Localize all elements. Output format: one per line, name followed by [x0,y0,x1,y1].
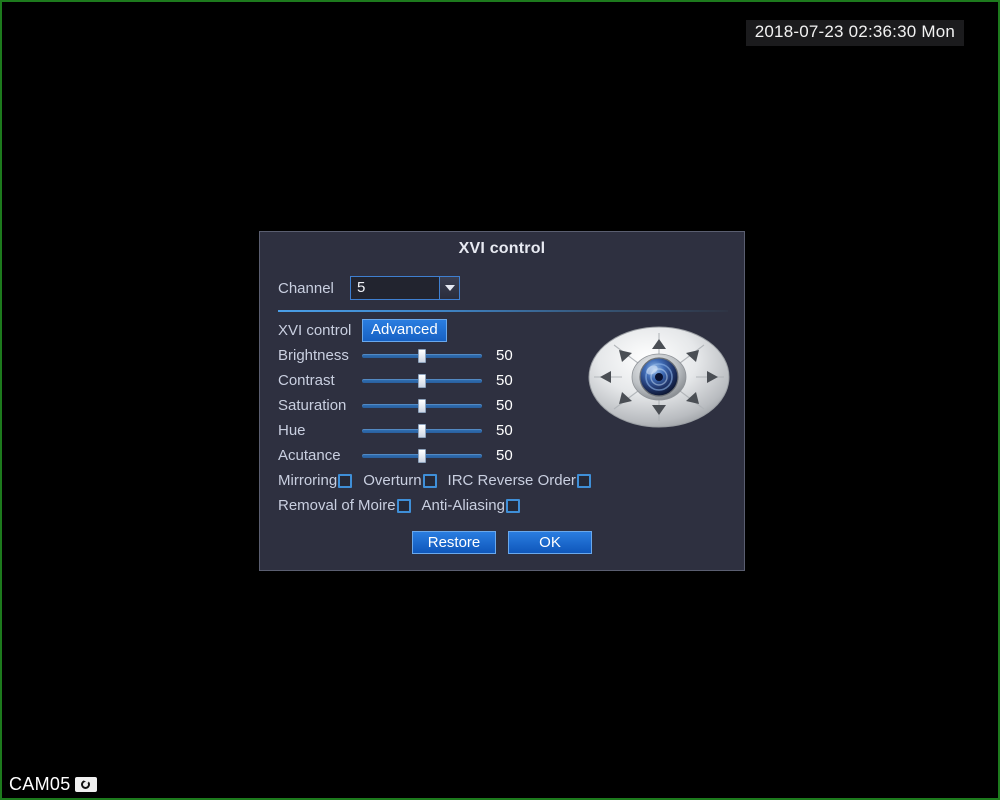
slider-value: 50 [496,447,513,464]
checkbox-box[interactable] [505,498,520,513]
slider-acutance[interactable] [362,448,482,464]
slider-row: Brightness 50 [278,343,608,368]
osd-camera-label: CAM05 [6,773,100,796]
chevron-down-icon[interactable] [439,277,459,299]
slider-label: Contrast [278,372,335,389]
checkbox-irc-reverse-order[interactable]: IRC Reverse Order [448,472,591,489]
slider-thumb[interactable] [418,373,426,388]
section-divider [278,310,728,312]
dialog-footer: Restore OK [260,531,744,554]
video-preview-surface[interactable]: 2018-07-23 02:36:30 Mon CAM05 XVI contro… [0,0,1000,800]
checkbox-mirroring[interactable]: Mirroring [278,472,353,489]
slider-label: Saturation [278,397,347,414]
slider-label: Hue [278,422,306,439]
slider-row: Hue 50 [278,418,608,443]
dialog-title: XVI control [458,240,546,257]
xvi-control-dialog: XVI control Channel 5 XVI control Advanc… [259,231,745,571]
checkbox-label: Mirroring [278,472,338,489]
slider-value: 50 [496,372,513,389]
checkbox-label: Overturn [363,472,422,489]
advanced-mode-button[interactable]: Advanced [362,319,447,342]
checkbox-box[interactable] [396,498,411,513]
checkbox-label: Removal of Moire [278,497,396,514]
slider-value: 50 [496,397,513,414]
slider-value: 50 [496,347,513,364]
channel-row: Channel 5 [278,276,460,300]
checkbox-rows: Mirroring Overturn IRC Reverse Order Remova… [278,468,608,518]
camera-name-text: CAM05 [9,774,71,794]
slider-thumb[interactable] [418,398,426,413]
checkbox-label: IRC Reverse Order [447,472,576,489]
xvi-mode-label: XVI control [278,322,352,339]
slider-label: Acutance [278,447,341,464]
osd-timestamp: 2018-07-23 02:36:30 Mon [745,20,964,46]
slider-row: Contrast 50 [278,368,608,393]
checkbox-anti-aliasing[interactable]: Anti-Aliasing [422,497,520,514]
slider-saturation[interactable] [362,398,482,414]
checkbox-row: Mirroring Overturn IRC Reverse Order [278,468,608,493]
checkbox-label: Anti-Aliasing [421,497,505,514]
restore-button[interactable]: Restore [412,531,496,554]
slider-value: 50 [496,422,513,439]
checkbox-row: Removal of Moire Anti-Aliasing [278,493,608,518]
slider-rows: Brightness 50 Contrast 50 Saturation 50 Hue 50 A… [278,343,608,468]
checkbox-box[interactable] [576,473,591,488]
slider-brightness[interactable] [362,348,482,364]
channel-label: Channel [278,279,334,297]
slider-contrast[interactable] [362,373,482,389]
channel-select[interactable]: 5 [350,276,460,300]
slider-row: Acutance 50 [278,443,608,468]
checkbox-box[interactable] [338,473,353,488]
slider-hue[interactable] [362,423,482,439]
controls-column: XVI control Advanced Brightness 50 Contras… [278,318,608,518]
slider-thumb[interactable] [418,448,426,463]
slider-row: Saturation 50 [278,393,608,418]
checkbox-overturn[interactable]: Overturn [363,472,437,489]
checkbox-removal-of-moire[interactable]: Removal of Moire [278,497,411,514]
ptz-direction-wheel[interactable] [586,325,732,429]
slider-thumb[interactable] [418,348,426,363]
slider-label: Brightness [278,347,349,364]
channel-select-value: 5 [357,279,366,296]
checkbox-box[interactable] [422,473,437,488]
ok-button[interactable]: OK [508,531,592,554]
xvi-mode-row: XVI control Advanced [278,318,608,343]
slider-thumb[interactable] [418,423,426,438]
camera-icon [74,777,97,792]
